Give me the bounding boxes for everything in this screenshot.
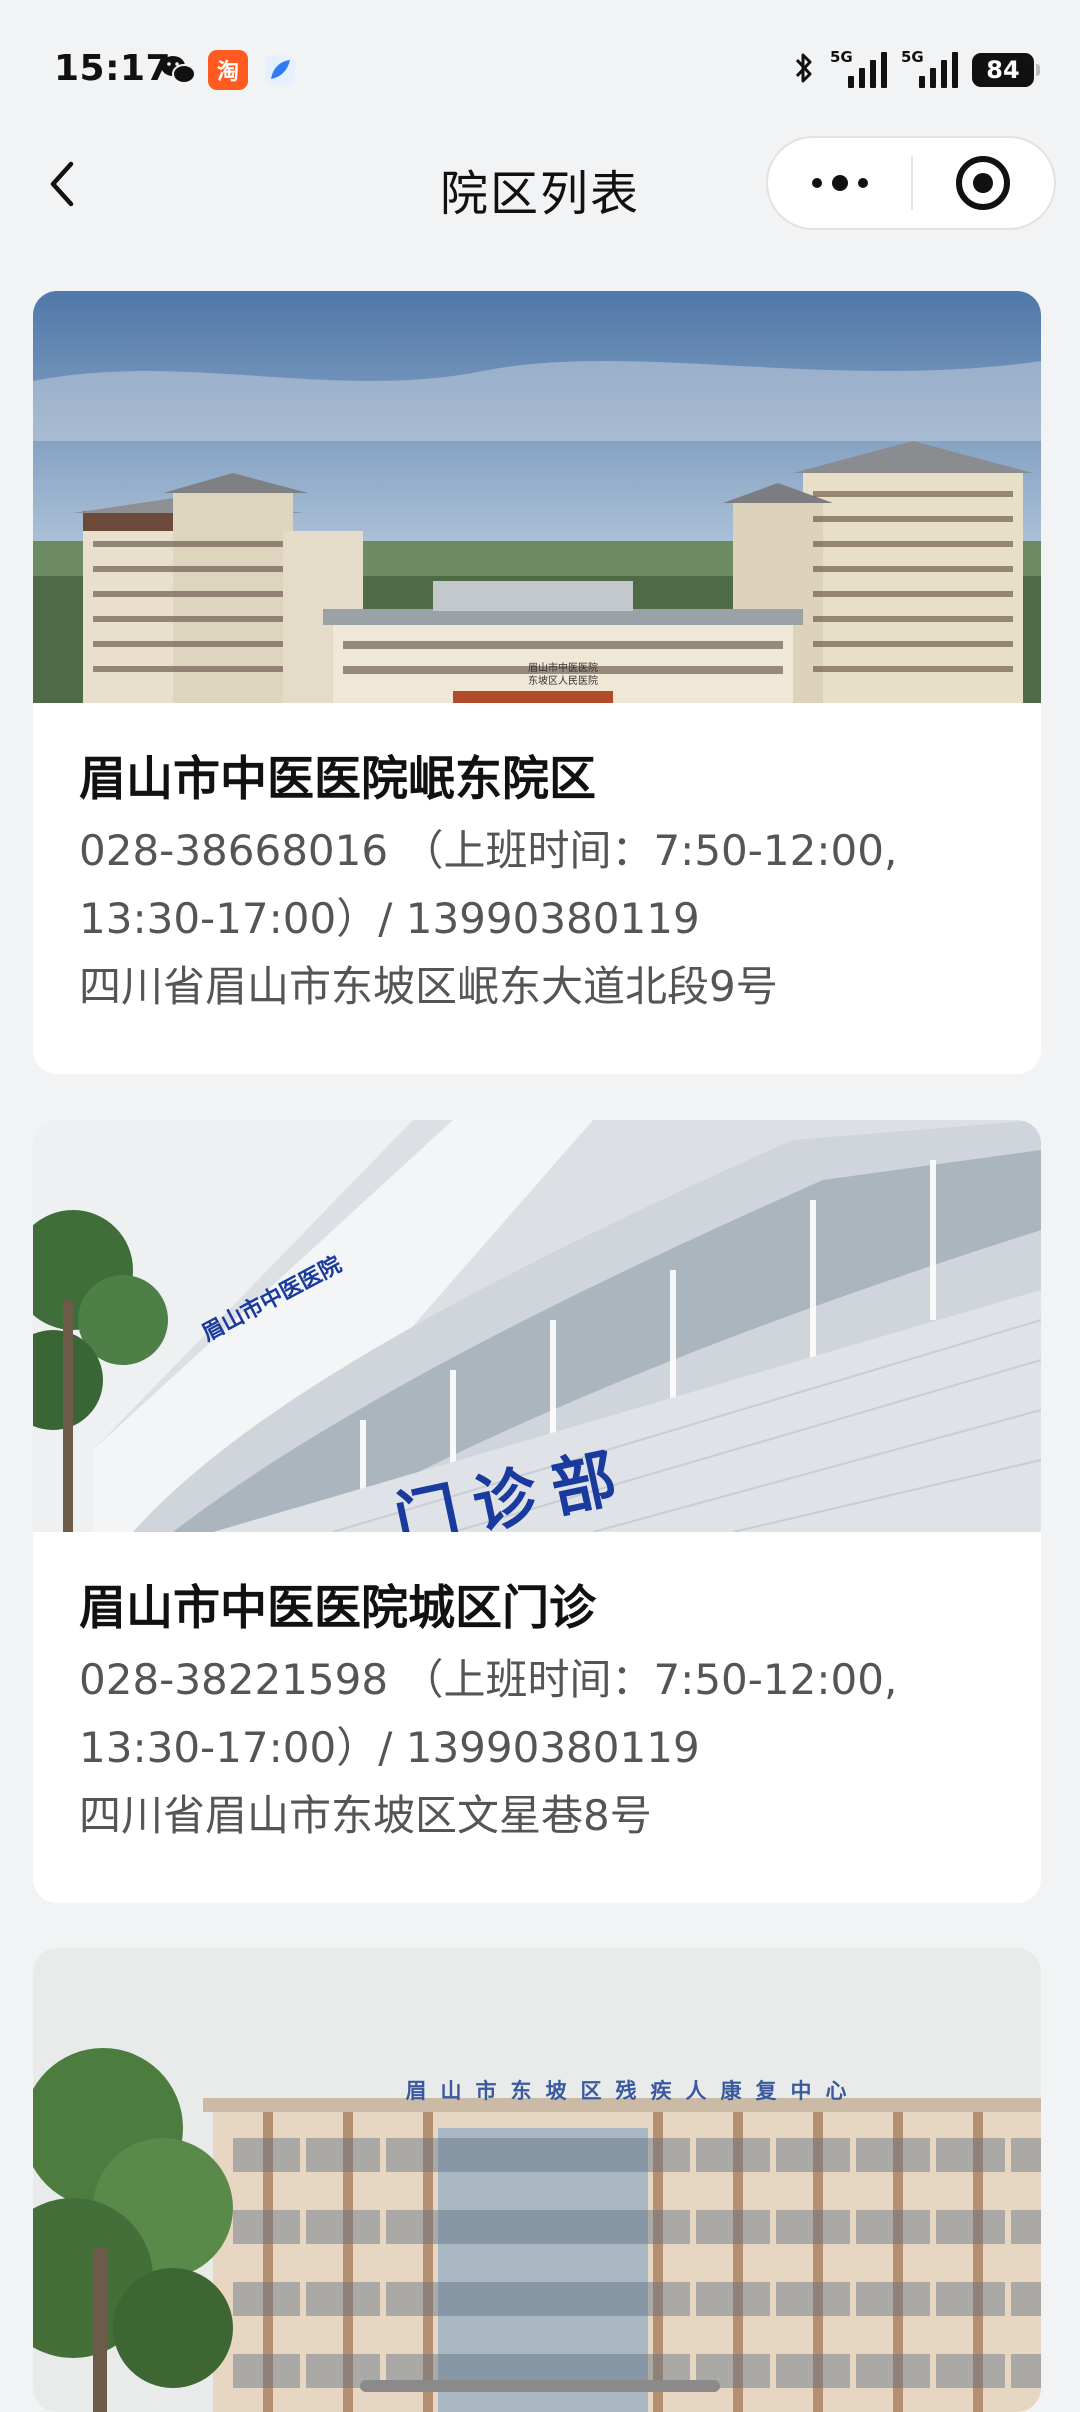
target-circle-icon	[956, 156, 1011, 210]
status-indicators: 5G 5G 84	[792, 48, 1040, 92]
bluetooth-icon	[792, 50, 816, 90]
campus-info: 眉山市中医医院城区门诊 028-38221598 （上班时间：7:50-12:0…	[33, 1532, 1041, 1850]
home-indicator[interactable]	[360, 2380, 720, 2392]
campus-info: 眉山市中医医院岷东院区 028-38668016 （上班时间：7:50-12:0…	[33, 703, 1041, 1021]
campus-phone[interactable]: 028-38221598 （上班时间：7:50-12:00,	[79, 1646, 995, 1714]
photo-sign-text-2: 东坡区人民医院	[528, 674, 598, 687]
more-button[interactable]	[768, 138, 911, 228]
mini-program-capsule	[766, 136, 1056, 230]
campus-name: 眉山市中医医院城区门诊	[79, 1581, 596, 1636]
campus-card[interactable]: 眉山市中医医院 门 诊 部 眉山市中医医院城区门诊 028-38221598 （…	[33, 1120, 1041, 1903]
campus-name: 眉山市中医医院岷东院区	[79, 752, 596, 807]
signal-5g-icon-2: 5G	[901, 48, 958, 88]
photo-sign-text: 眉山市东坡区残疾人康复中心	[406, 2079, 861, 2103]
status-time: 15:17	[54, 48, 172, 89]
campus-phone-hours[interactable]: 13:30-17:00）/ 13990380119	[79, 1714, 995, 1782]
campus-address: 四川省眉山市东坡区岷东大道北段9号	[79, 962, 778, 1011]
nav-bar: 院区列表	[0, 134, 1080, 234]
status-bar: 15:17 淘 5G 5G 84	[0, 0, 1080, 140]
feather-icon	[262, 52, 298, 88]
wechat-icon	[160, 52, 196, 88]
taobao-icon: 淘	[208, 50, 248, 90]
campus-phone[interactable]: 028-38668016 （上班时间：7:50-12:00,	[79, 817, 995, 885]
more-dots-icon	[811, 178, 822, 188]
photo-sign-text: 眉山市中医医院	[528, 661, 598, 674]
campus-address: 四川省眉山市东坡区文星巷8号	[79, 1791, 652, 1840]
signal-5g-icon: 5G	[830, 48, 887, 88]
battery-icon: 84	[972, 53, 1040, 87]
close-mini-program-button[interactable]	[913, 138, 1054, 228]
campus-phone-hours[interactable]: 13:30-17:00）/ 13990380119	[79, 885, 995, 953]
campus-card[interactable]: 眉山市中医医院 东坡区人民医院 眉山市中医医院岷东院区 028-38668016…	[33, 291, 1041, 1074]
campus-photo: 眉山市东坡区残疾人康复中心	[33, 1948, 1041, 2412]
campus-photo: 眉山市中医医院 东坡区人民医院	[33, 291, 1041, 703]
campus-photo: 眉山市中医医院 门 诊 部	[33, 1120, 1041, 1532]
campus-card[interactable]: 眉山市东坡区残疾人康复中心	[33, 1948, 1041, 2412]
